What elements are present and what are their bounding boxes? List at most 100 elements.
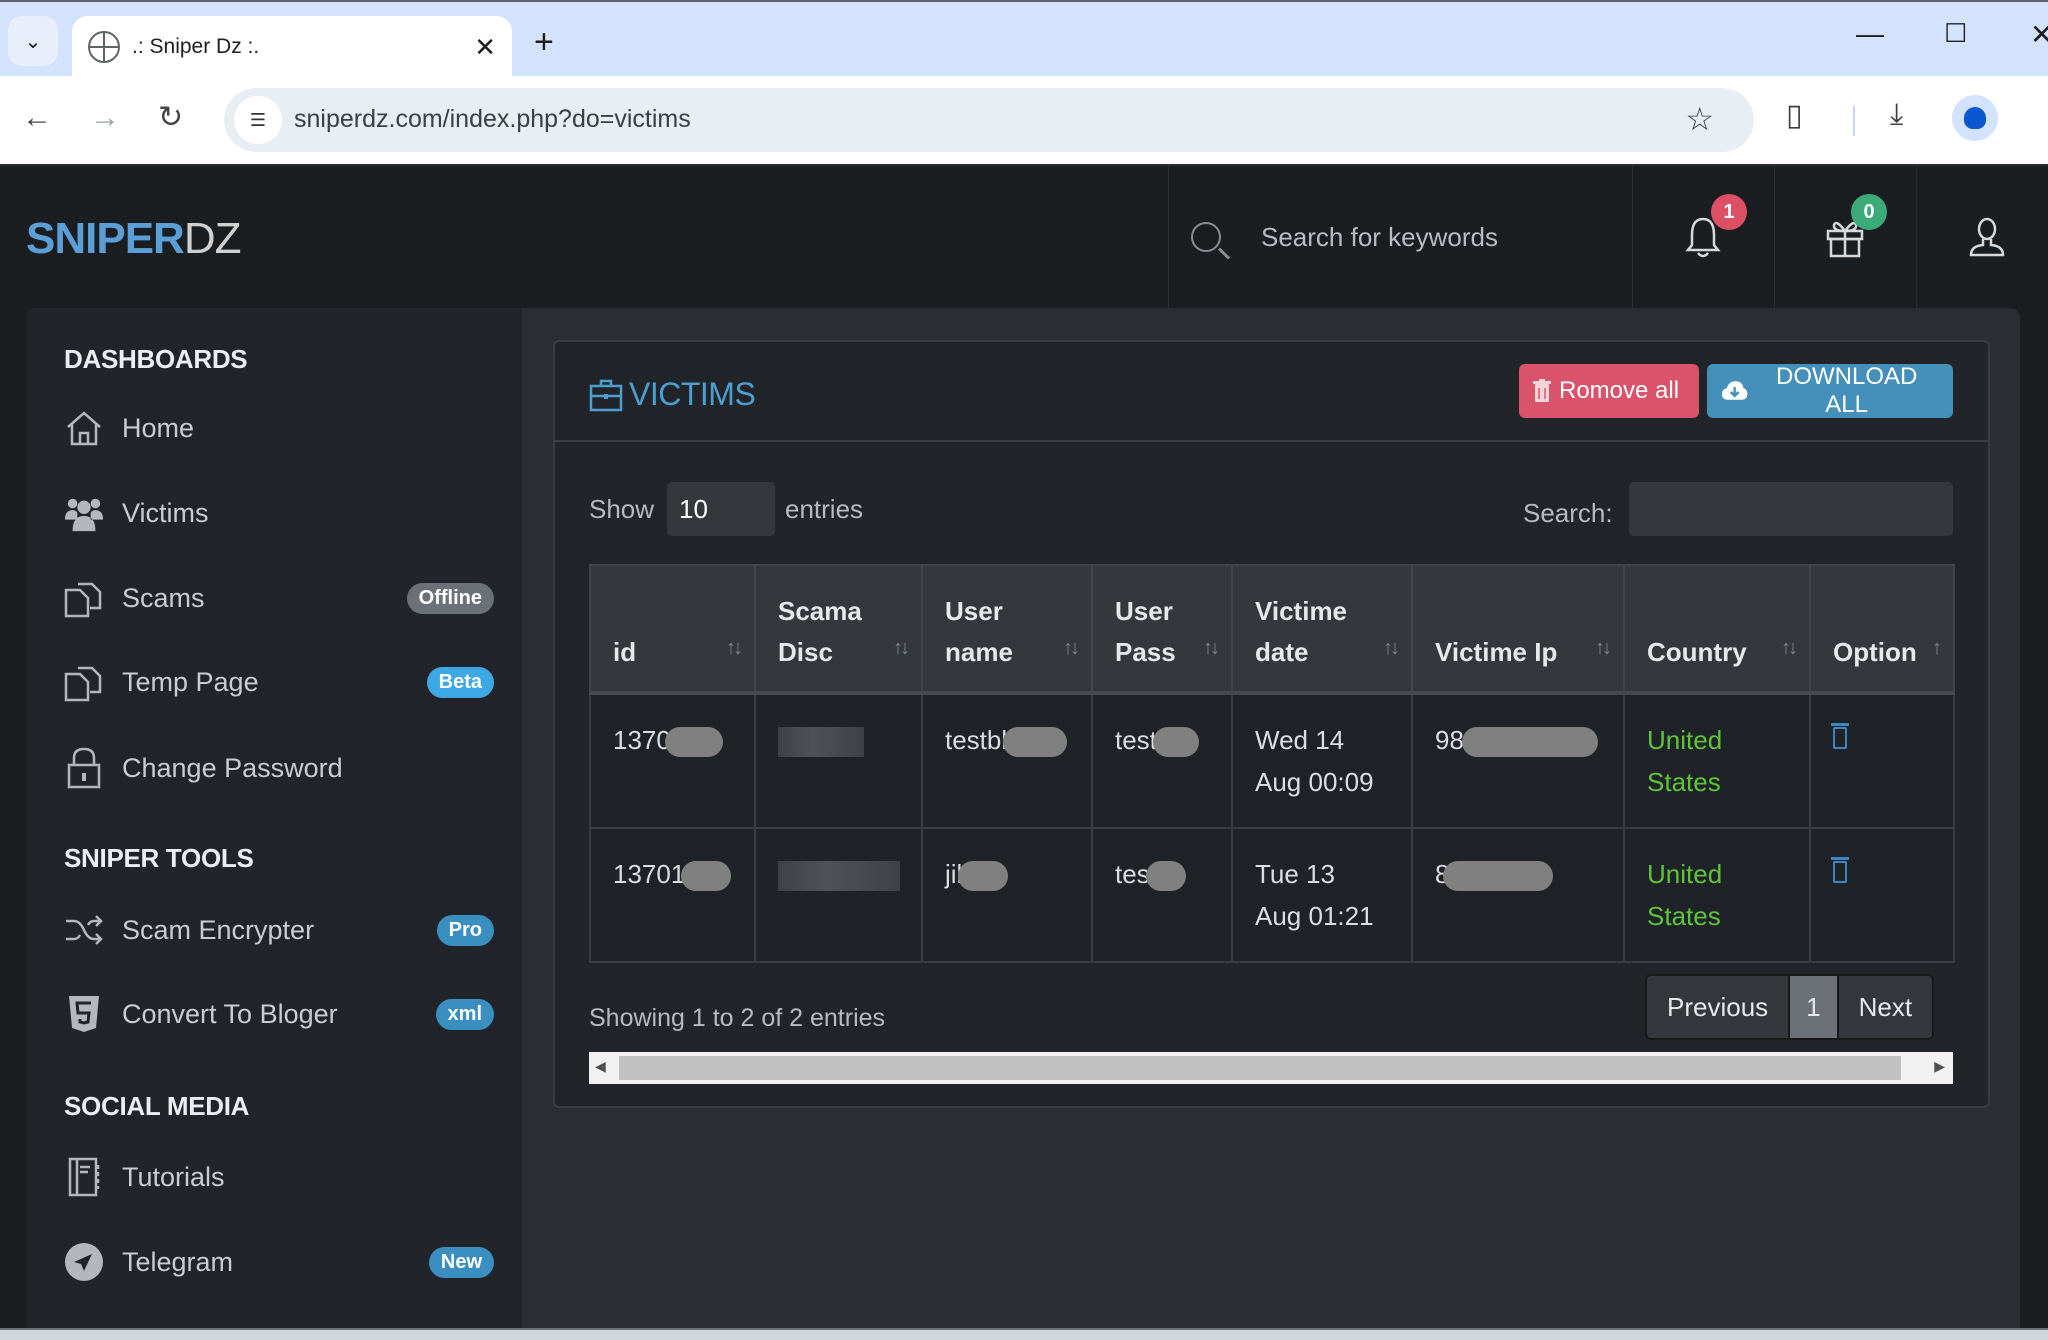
header-search-input[interactable] bbox=[1261, 221, 1601, 253]
table-row: 13701 jil tes Tue 13 Aug 01:21 8 United St… bbox=[589, 827, 1955, 963]
lock-icon bbox=[64, 747, 104, 789]
cell-victime-ip: 8 bbox=[1411, 827, 1625, 963]
redaction-mark bbox=[958, 861, 1009, 892]
maximize-button[interactable]: ☐ bbox=[1944, 18, 1967, 49]
xml-badge: xml bbox=[435, 998, 494, 1030]
browser-menu-button[interactable]: ⋮ bbox=[2036, 98, 2048, 133]
tab-search-button[interactable]: ⌄ bbox=[8, 16, 58, 66]
redaction-mark bbox=[1003, 727, 1068, 758]
window-close-button[interactable]: ✕ bbox=[2030, 18, 2048, 51]
scroll-left-icon[interactable]: ◀ bbox=[595, 1058, 606, 1075]
notification-count-badge: 1 bbox=[1711, 194, 1747, 230]
column-header-id[interactable]: id ↑↓ bbox=[589, 564, 756, 695]
pagination: Previous 1 Next bbox=[1645, 974, 1935, 1040]
html5-icon bbox=[64, 994, 104, 1034]
column-header-scama-disc[interactable]: Scama Disc ↑↓ bbox=[754, 564, 923, 695]
logo-part-1: SNIPER bbox=[26, 214, 185, 263]
cell-option bbox=[1809, 827, 1955, 963]
redaction-mark bbox=[1443, 861, 1554, 892]
sort-icon: ↑↓ bbox=[1383, 637, 1400, 659]
tab-title: .: Sniper Dz :. bbox=[132, 35, 260, 58]
pro-badge: Pro bbox=[436, 914, 494, 946]
site-info-button[interactable]: ☰ bbox=[234, 96, 282, 144]
remove-all-label: Romove all bbox=[1559, 377, 1680, 404]
victims-card: VICTIMS Romove all DOWNLOAD ALL Show 10 … bbox=[553, 340, 1990, 1108]
column-header-country[interactable]: Country ↑↓ bbox=[1623, 564, 1811, 695]
remove-all-button[interactable]: Romove all bbox=[1519, 364, 1699, 418]
sidebar-item-temp-page[interactable]: Temp Page Beta bbox=[64, 654, 494, 710]
card-header: VICTIMS Romove all DOWNLOAD ALL bbox=[555, 342, 1988, 442]
forward-button[interactable]: → bbox=[90, 96, 120, 140]
window-close-icon: ✕ bbox=[2030, 19, 2048, 50]
cell-victime-date: Wed 14 Aug 00:09 bbox=[1231, 692, 1413, 829]
page-1-button[interactable]: 1 bbox=[1788, 976, 1839, 1038]
previous-page-button[interactable]: Previous bbox=[1647, 976, 1789, 1038]
cell-scama-disc bbox=[754, 827, 923, 963]
sidebar-item-label: Convert To Bloger bbox=[122, 998, 338, 1029]
browser-tab[interactable]: .: Sniper Dz :. ✕ bbox=[72, 16, 512, 78]
table-search-input[interactable] bbox=[1629, 482, 1953, 536]
notifications-button[interactable]: 1 bbox=[1632, 166, 1772, 308]
new-tab-button[interactable]: + bbox=[534, 22, 554, 62]
scroll-right-icon[interactable]: ▶ bbox=[1934, 1058, 1945, 1075]
scrollbar-thumb[interactable] bbox=[619, 1056, 1901, 1080]
next-page-button[interactable]: Next bbox=[1838, 976, 1933, 1038]
column-header-user-name[interactable]: User name ↑↓ bbox=[921, 564, 1093, 695]
table-header-row: id ↑↓ Scama Disc ↑↓ User name ↑↓ User Pass ↑… bbox=[589, 564, 1955, 695]
column-header-victime-date[interactable]: Victime date ↑↓ bbox=[1231, 564, 1413, 695]
back-button[interactable]: ← bbox=[22, 96, 52, 140]
reload-button[interactable]: ↻ bbox=[158, 96, 183, 140]
downloads-button[interactable]: ⤓ bbox=[1890, 98, 1903, 132]
sidebar-item-home[interactable]: Home bbox=[64, 400, 494, 456]
download-all-button[interactable]: DOWNLOAD ALL bbox=[1707, 363, 1953, 418]
sidebar-item-convert-to-bloger[interactable]: Convert To Bloger xml bbox=[64, 986, 494, 1042]
download-all-label: DOWNLOAD ALL bbox=[1775, 363, 1918, 418]
gift-count-badge: 0 bbox=[1851, 194, 1887, 230]
redaction-mark bbox=[1152, 727, 1199, 758]
bookmark-star-icon[interactable]: ☆ bbox=[1685, 100, 1714, 138]
url-text[interactable]: sniperdz.com/index.php?do=victims bbox=[294, 105, 691, 134]
table-search-label: Search: bbox=[1523, 498, 1613, 528]
column-header-user-pass[interactable]: User Pass ↑↓ bbox=[1091, 564, 1233, 695]
profile-button[interactable] bbox=[1952, 95, 1998, 141]
sidebar-item-label: Change Password bbox=[122, 752, 343, 783]
cell-id: 1370 bbox=[589, 692, 756, 829]
address-bar[interactable]: ☰ sniperdz.com/index.php?do=victims ☆ bbox=[224, 88, 1754, 152]
minimize-button[interactable]: — bbox=[1856, 18, 1884, 50]
sidebar-item-telegram[interactable]: Telegram New bbox=[64, 1234, 494, 1290]
sidebar-item-tutorials[interactable]: Tutorials bbox=[64, 1149, 494, 1205]
cell-option bbox=[1809, 692, 1955, 829]
show-label: Show bbox=[589, 494, 655, 524]
sidebar-item-scam-encrypter[interactable]: Scam Encrypter Pro bbox=[64, 902, 494, 958]
offline-badge: Offline bbox=[406, 582, 494, 614]
beta-badge: Beta bbox=[426, 666, 494, 698]
extensions-button[interactable]: ▯ bbox=[1786, 98, 1803, 133]
page-length-select[interactable]: 10 bbox=[667, 482, 775, 536]
cloud-download-icon bbox=[1721, 381, 1748, 400]
entries-label: entries bbox=[785, 494, 864, 524]
gifts-button[interactable]: 0 bbox=[1774, 166, 1914, 308]
delete-row-icon[interactable] bbox=[1831, 723, 1849, 749]
telegram-icon bbox=[64, 1242, 104, 1282]
sort-icon: ↑↓ bbox=[1781, 637, 1798, 659]
user-account-button[interactable] bbox=[1916, 166, 2048, 308]
browser-toolbar: ← → ↻ ☰ sniperdz.com/index.php?do=victim… bbox=[0, 76, 2048, 166]
redaction-mark bbox=[1461, 727, 1598, 758]
table-horizontal-scrollbar[interactable]: ◀ ▶ bbox=[589, 1052, 1953, 1084]
redaction-mark bbox=[664, 727, 723, 758]
maximize-icon: ☐ bbox=[1944, 18, 1968, 48]
close-icon[interactable]: ✕ bbox=[474, 32, 496, 63]
card-title: VICTIMS bbox=[589, 376, 756, 413]
column-header-victime-ip[interactable]: Victime Ip ↑↓ bbox=[1411, 564, 1625, 695]
sidebar-item-victims[interactable]: Victims bbox=[64, 485, 494, 541]
browser-tab-strip: ⌄ .: Sniper Dz :. ✕ + — ☐ ✕ bbox=[0, 0, 2048, 78]
trash-icon bbox=[1533, 379, 1551, 402]
sidebar-item-label: Home bbox=[122, 412, 195, 443]
redaction-mark bbox=[778, 861, 900, 892]
sidebar-item-change-password[interactable]: Change Password bbox=[64, 740, 494, 796]
sidebar-item-scams[interactable]: Scams Offline bbox=[64, 570, 494, 626]
logo[interactable]: SNIPERDZ bbox=[26, 214, 241, 264]
delete-row-icon[interactable] bbox=[1831, 857, 1849, 883]
column-header-option[interactable]: Option ↑ bbox=[1809, 564, 1955, 695]
crosshair-icon bbox=[88, 31, 120, 63]
